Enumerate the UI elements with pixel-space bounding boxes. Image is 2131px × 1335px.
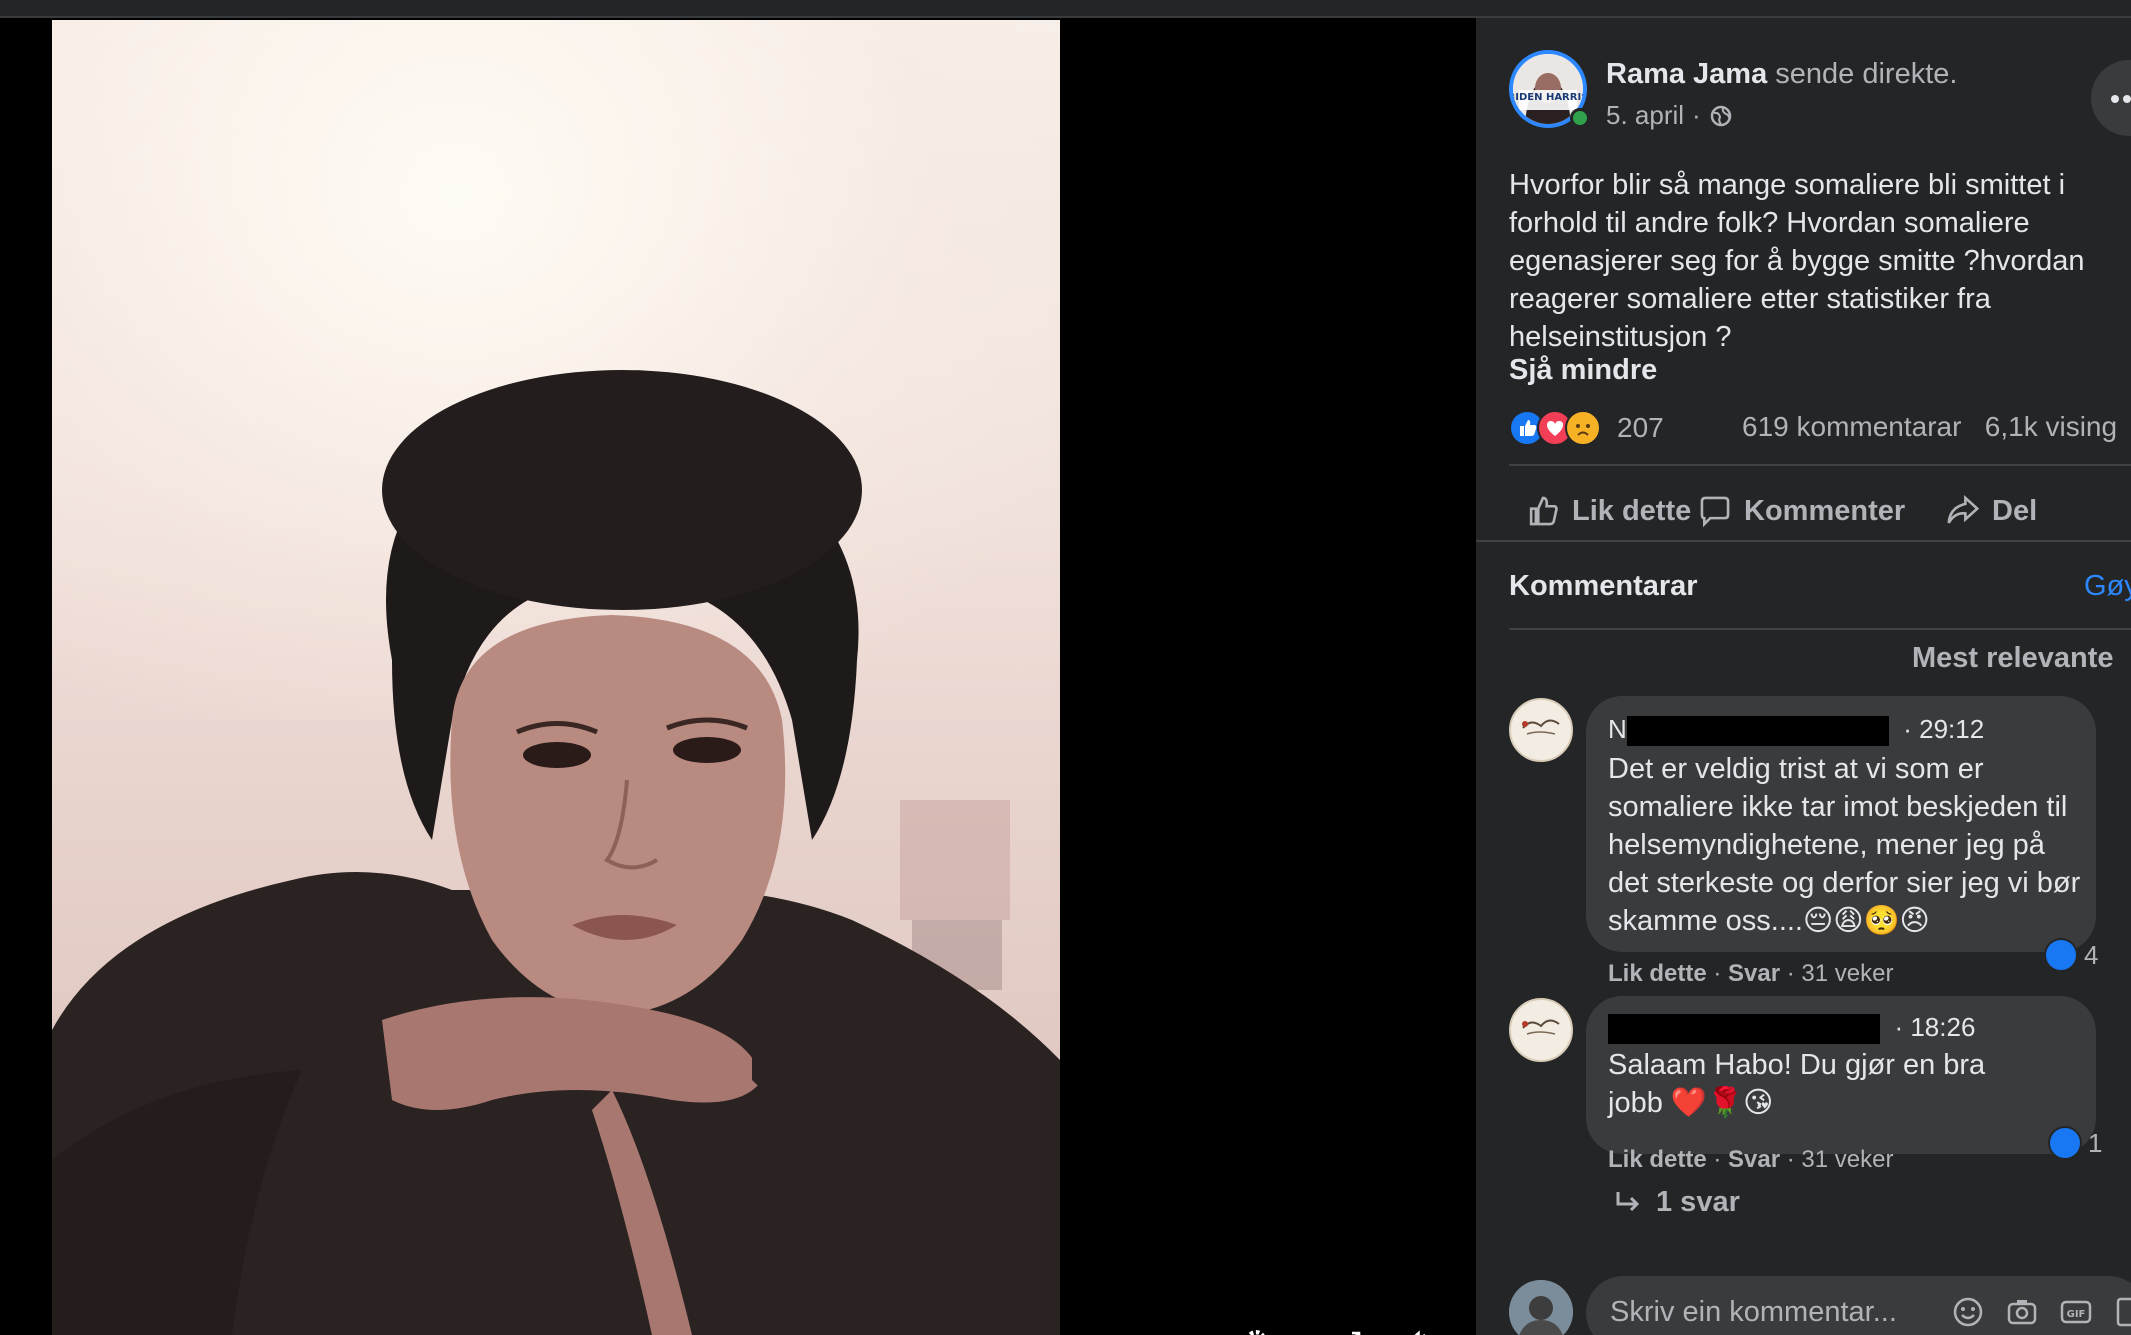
comment-like-link[interactable]: Lik dette [1608, 1146, 1707, 1173]
svg-text:GIF: GIF [2067, 1309, 2086, 1320]
thumbs-up-icon [1529, 496, 1558, 526]
sticker-icon[interactable] [2112, 1294, 2131, 1330]
comment-sort-dropdown[interactable]: Mest relevante [1912, 642, 2114, 675]
divider [1476, 540, 2131, 542]
comment-button-label: Kommenter [1744, 494, 1906, 527]
post-stats: 619 kommentarar 6,1k vising [1742, 411, 2117, 443]
user-avatar-image [1509, 1280, 1573, 1335]
view-count: 6,1k vising [1984, 411, 2118, 442]
divider [1509, 628, 2131, 630]
emoji-icon[interactable] [1950, 1294, 1986, 1330]
comment-age[interactable]: 31 veker [1801, 1146, 1893, 1173]
comment-meta: Lik dette · Svar · 31 veker [1608, 960, 1894, 987]
expand-icon[interactable] [1336, 1326, 1368, 1335]
composer-placeholder: Skriv ein kommentar... [1610, 1296, 1897, 1328]
sad-reaction-icon [1565, 410, 1601, 446]
comment-text: Salaam Habo! Du gjør en bra jobb ❤️🌹😘 [1608, 1049, 1986, 1119]
comment-timestamp[interactable]: 29:12 [1919, 714, 1984, 744]
comment-count[interactable]: 619 kommentarar [1742, 411, 1961, 442]
reaction-count: 207 [1617, 412, 1664, 443]
calligraphy-avatar-image [1522, 1019, 1560, 1035]
comment-button[interactable]: Kommenter [1696, 492, 1905, 530]
more-dot-icon [2111, 95, 2119, 103]
online-status-dot [1570, 108, 1590, 128]
calligraphy-avatar-image [1522, 719, 1560, 735]
post-meta: 5. april · [1606, 100, 1733, 131]
comment-like-count[interactable]: 1 [2048, 1124, 2102, 1162]
comment-reply-link[interactable]: Svar [1728, 960, 1780, 987]
more-dot-icon [2123, 95, 2131, 103]
comments-link[interactable]: Gøy [2084, 570, 2131, 603]
browser-top-strip [0, 0, 2131, 18]
share-button-label: Del [1992, 494, 2038, 527]
post-text: Hvorfor blir så mange somaliere bli smit… [1509, 169, 2085, 353]
like-badge-icon [2044, 938, 2078, 972]
view-replies-label: 1 svar [1656, 1186, 1740, 1218]
comment-like-number: 4 [2084, 939, 2099, 970]
comment-like-number: 1 [2088, 1127, 2103, 1158]
comment-header: · 18:26 [1608, 1012, 1975, 1045]
comment-bubble: · 18:26 Salaam Habo! Du gjør en bra jobb… [1586, 996, 2096, 1154]
settings-gear-icon[interactable] [1240, 1326, 1272, 1335]
more-options-button[interactable] [2091, 60, 2131, 136]
commenter-avatar[interactable] [1509, 998, 1573, 1062]
camera-icon[interactable] [2004, 1294, 2040, 1330]
author-line: Rama Jama sende direkte. [1606, 58, 1957, 91]
like-button[interactable]: Lik dette [1524, 492, 1691, 530]
divider [1509, 464, 2131, 466]
live-video-player[interactable] [0, 18, 1476, 1335]
comment-age[interactable]: 31 veker [1801, 960, 1893, 987]
comment-timestamp[interactable]: 18:26 [1910, 1012, 1975, 1042]
gif-icon[interactable]: GIF [2058, 1294, 2094, 1330]
video-controls [1236, 1318, 1476, 1335]
comment-composer[interactable]: Skriv ein kommentar... GIF [1586, 1276, 2131, 1335]
redacted-name-bar [1626, 716, 1889, 747]
like-button-label: Lik dette [1572, 494, 1692, 527]
reaction-summary[interactable]: 207 [1509, 408, 1664, 448]
volume-icon[interactable] [1402, 1326, 1434, 1335]
reply-arrow-icon [1616, 1191, 1640, 1211]
comment-header: N · 29:12 [1608, 714, 1984, 747]
see-less-link[interactable]: Sjå mindre [1509, 354, 1657, 387]
avatar-badge-text: BIDEN HARRIS [1513, 92, 1583, 103]
current-user-avatar[interactable] [1509, 1280, 1573, 1335]
comment-like-count[interactable]: 4 [2044, 936, 2098, 974]
redacted-name-bar [1608, 1014, 1880, 1045]
comment-bubble-icon [1700, 496, 1730, 528]
meta-separator: · [1692, 100, 1701, 130]
author-name[interactable]: Rama Jama [1606, 58, 1767, 90]
comments-title: Kommentarar [1509, 570, 1698, 602]
presenter-figure [52, 370, 1060, 1335]
commenter-name[interactable]: N [1608, 714, 1627, 744]
view-replies-link[interactable]: 1 svar [1614, 1186, 1740, 1219]
author-action: sende direkte. [1775, 58, 1958, 90]
globe-icon [1710, 105, 1731, 126]
comment-reply-link[interactable]: Svar [1728, 1146, 1780, 1173]
comment-text: Det er veldig trist at vi som er somalie… [1608, 753, 2081, 937]
share-arrow-icon [1947, 495, 1980, 524]
comment-bubble: N · 29:12 Det er veldig trist at vi som … [1586, 696, 2096, 952]
commenter-avatar[interactable] [1509, 698, 1573, 762]
comment-like-link[interactable]: Lik dette [1608, 960, 1707, 987]
comment-meta: Lik dette · Svar · 31 veker [1608, 1146, 1894, 1173]
post-date[interactable]: 5. april [1606, 100, 1684, 131]
post-sidebar: BIDEN HARRIS Rama Jama sende direkte. 5.… [1476, 18, 2131, 1335]
like-badge-icon [2048, 1126, 2082, 1160]
share-button[interactable]: Del [1944, 492, 2037, 530]
video-frame [52, 20, 1060, 1335]
